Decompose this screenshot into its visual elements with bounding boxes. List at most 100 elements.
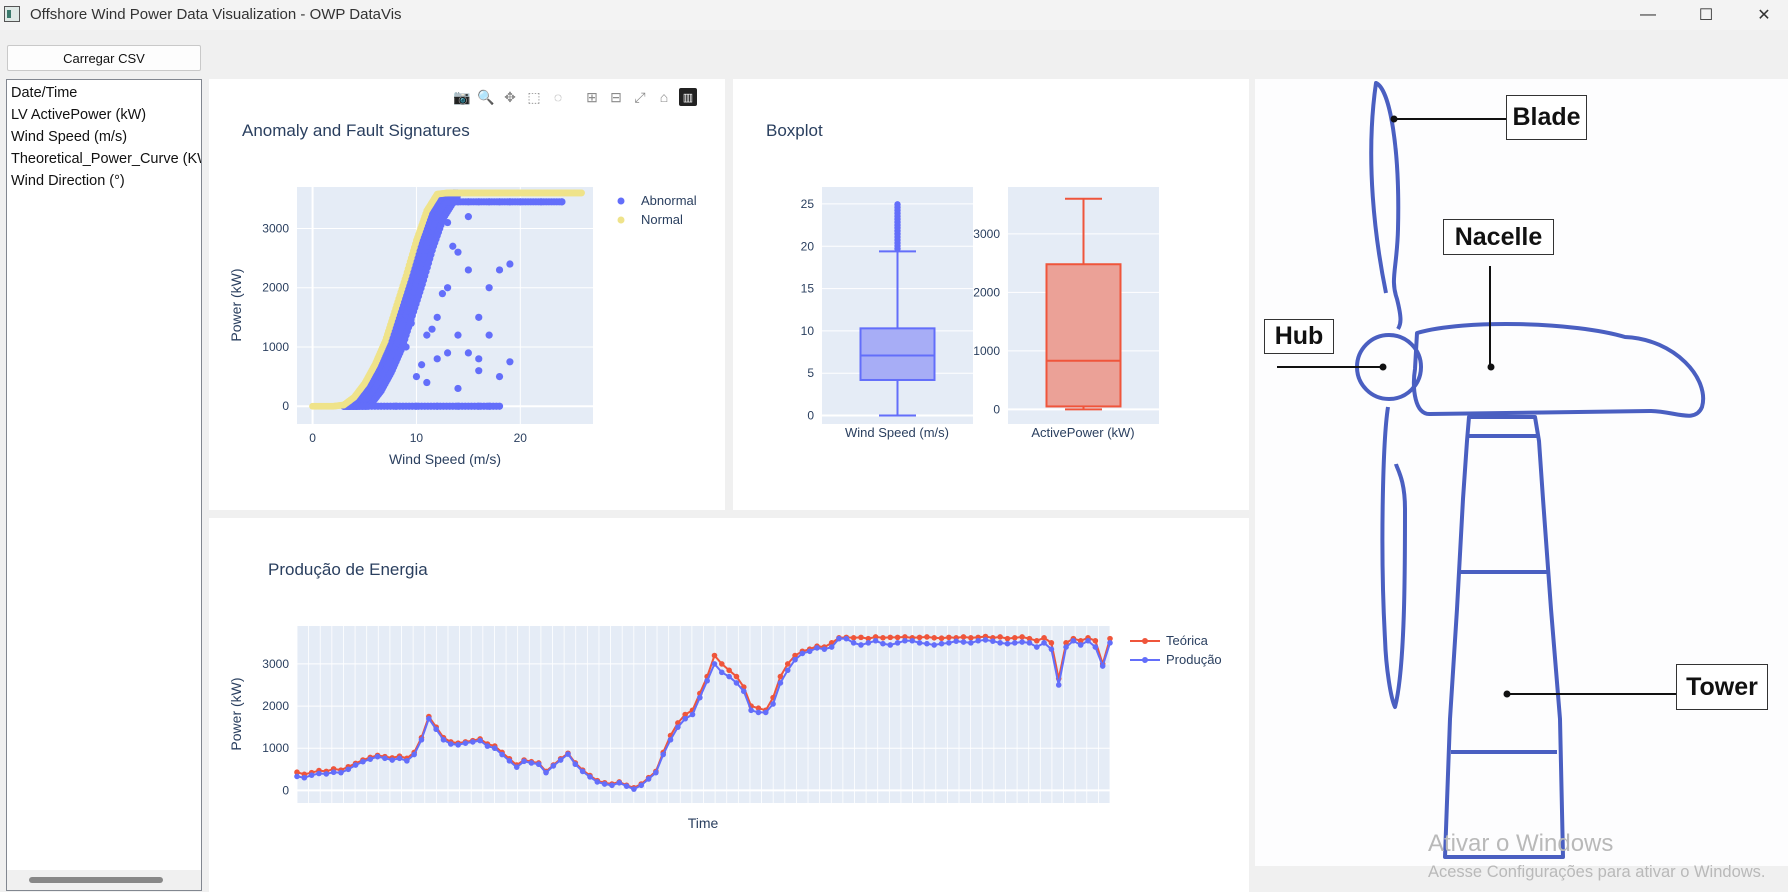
column-item[interactable]: Wind Direction (°): [7, 170, 201, 192]
abnormal-point: [454, 384, 462, 393]
abnormal-point: [506, 260, 514, 268]
series-point: [1048, 640, 1055, 646]
series-point: [352, 762, 359, 768]
abnormal-point: [443, 284, 452, 292]
app-icon: [4, 6, 20, 22]
series-point: [938, 640, 945, 647]
column-item[interactable]: Theoretical_Power_Curve (KWh): [7, 148, 201, 170]
series-point: [733, 680, 740, 686]
series-point: [638, 782, 645, 789]
turbine-panel: Blade Nacelle Hub Tower: [1255, 79, 1788, 866]
title-bar: Offshore Wind Power Data Visualization -…: [0, 0, 1788, 30]
abnormal-point: [443, 349, 452, 357]
series-point: [843, 635, 850, 642]
series-point: [1033, 637, 1040, 644]
abnormal-point: [475, 367, 483, 375]
series-point: [506, 758, 513, 764]
blade-label: Blade: [1506, 95, 1587, 140]
series-point: [338, 769, 344, 776]
column-item[interactable]: Wind Speed (m/s): [7, 126, 201, 148]
series-point: [733, 673, 740, 680]
line-panel: Produção de Energia 0 1000 2000 3000 Time P…: [209, 518, 1249, 892]
line-y-label: Power (kW): [228, 677, 244, 750]
scrollbar-thumb[interactable]: [29, 877, 163, 883]
abnormal-point: [495, 266, 504, 274]
series-point: [777, 680, 784, 686]
series-point: [660, 751, 667, 758]
y-tick-label: 20: [801, 239, 815, 253]
series-point: [323, 771, 330, 777]
y-tick-label: 2000: [973, 285, 1000, 299]
series-point: [1019, 634, 1025, 640]
load-csv-button[interactable]: Carregar CSV: [7, 45, 201, 71]
series-point: [960, 639, 967, 645]
series-point: [462, 740, 469, 746]
column-item[interactable]: LV ActivePower (kW): [7, 104, 201, 126]
series-point: [316, 770, 322, 777]
y-tick-label: 1000: [973, 344, 1000, 358]
x-tick-label: 0: [309, 431, 316, 445]
column-item[interactable]: Date/Time: [7, 82, 201, 104]
y-tick-label: 10: [801, 324, 815, 338]
series-point: [631, 786, 637, 792]
box-outlier: [894, 201, 901, 208]
series-point: [902, 637, 908, 644]
series-point: [719, 661, 725, 667]
scatter-panel: 📷 🔍 ✥ ⬚ ◌ ⊞ ⊟ ⤢ ⌂ ▥ Anomaly and Fault Si…: [209, 79, 725, 510]
series-point: [557, 757, 564, 763]
series-point: [550, 763, 557, 769]
series-point: [880, 640, 886, 647]
series-point: [711, 661, 718, 667]
series-point: [938, 635, 945, 642]
abnormal-point: [428, 325, 436, 333]
horizontal-scrollbar[interactable]: [7, 870, 201, 890]
tower: [1443, 415, 1565, 859]
abnormal-point: [506, 358, 514, 366]
series-point: [799, 650, 806, 657]
maximize-button[interactable]: ☐: [1677, 0, 1735, 30]
series-point: [1085, 637, 1091, 644]
series-point: [858, 634, 864, 641]
close-button[interactable]: ✕: [1735, 0, 1788, 30]
series-point: [887, 642, 894, 648]
y-tick-label: 2000: [262, 281, 289, 295]
abnormal-point: [418, 361, 426, 369]
series-point: [828, 644, 835, 650]
y-tick-label: 3000: [973, 227, 1000, 241]
scatter-chart[interactable]: 0 1000 2000 3000 0 10 20 Wind Speed (m/s) Powe…: [209, 79, 725, 510]
abnormal-point: [475, 313, 483, 321]
line-x-label: Time: [688, 815, 719, 831]
series-point: [1077, 642, 1084, 648]
series-point: [440, 736, 447, 743]
series-point: [924, 634, 930, 640]
series-point: [975, 637, 981, 644]
series-point: [850, 635, 857, 641]
series-point: [1048, 646, 1055, 652]
tower-label: Tower: [1676, 664, 1768, 710]
series-point: [411, 751, 417, 758]
series-point: [448, 741, 454, 747]
line-chart[interactable]: 0 1000 2000 3000 Time Power (kW) Teórica Pr…: [209, 518, 1249, 892]
series-point: [469, 739, 476, 745]
series-point: [491, 745, 498, 752]
series-point: [748, 707, 754, 714]
series-point: [404, 758, 410, 764]
minimize-button[interactable]: —: [1619, 0, 1677, 30]
series-point: [426, 715, 432, 722]
series-point: [301, 774, 308, 781]
abnormal-point: [464, 213, 472, 221]
y-tick-label: 3000: [262, 657, 289, 671]
box-body: [859, 327, 936, 381]
series-point: [543, 769, 549, 776]
series-point: [784, 667, 791, 674]
series-point: [330, 769, 337, 776]
series-point: [1092, 644, 1099, 650]
x-tick-label: 20: [514, 431, 528, 445]
boxplot-chart[interactable]: 0 5 10 15 20 25 0 1000 2000 3000 Wind Speed (m/s)…: [733, 79, 1249, 510]
nacelle-label: Nacelle: [1443, 219, 1554, 255]
abnormal-point: [423, 378, 431, 387]
series-point: [726, 667, 732, 674]
legend-normal: Normal: [641, 212, 683, 227]
column-list[interactable]: Date/Time LV ActivePower (kW) Wind Speed…: [6, 79, 202, 891]
series-point: [990, 638, 996, 644]
